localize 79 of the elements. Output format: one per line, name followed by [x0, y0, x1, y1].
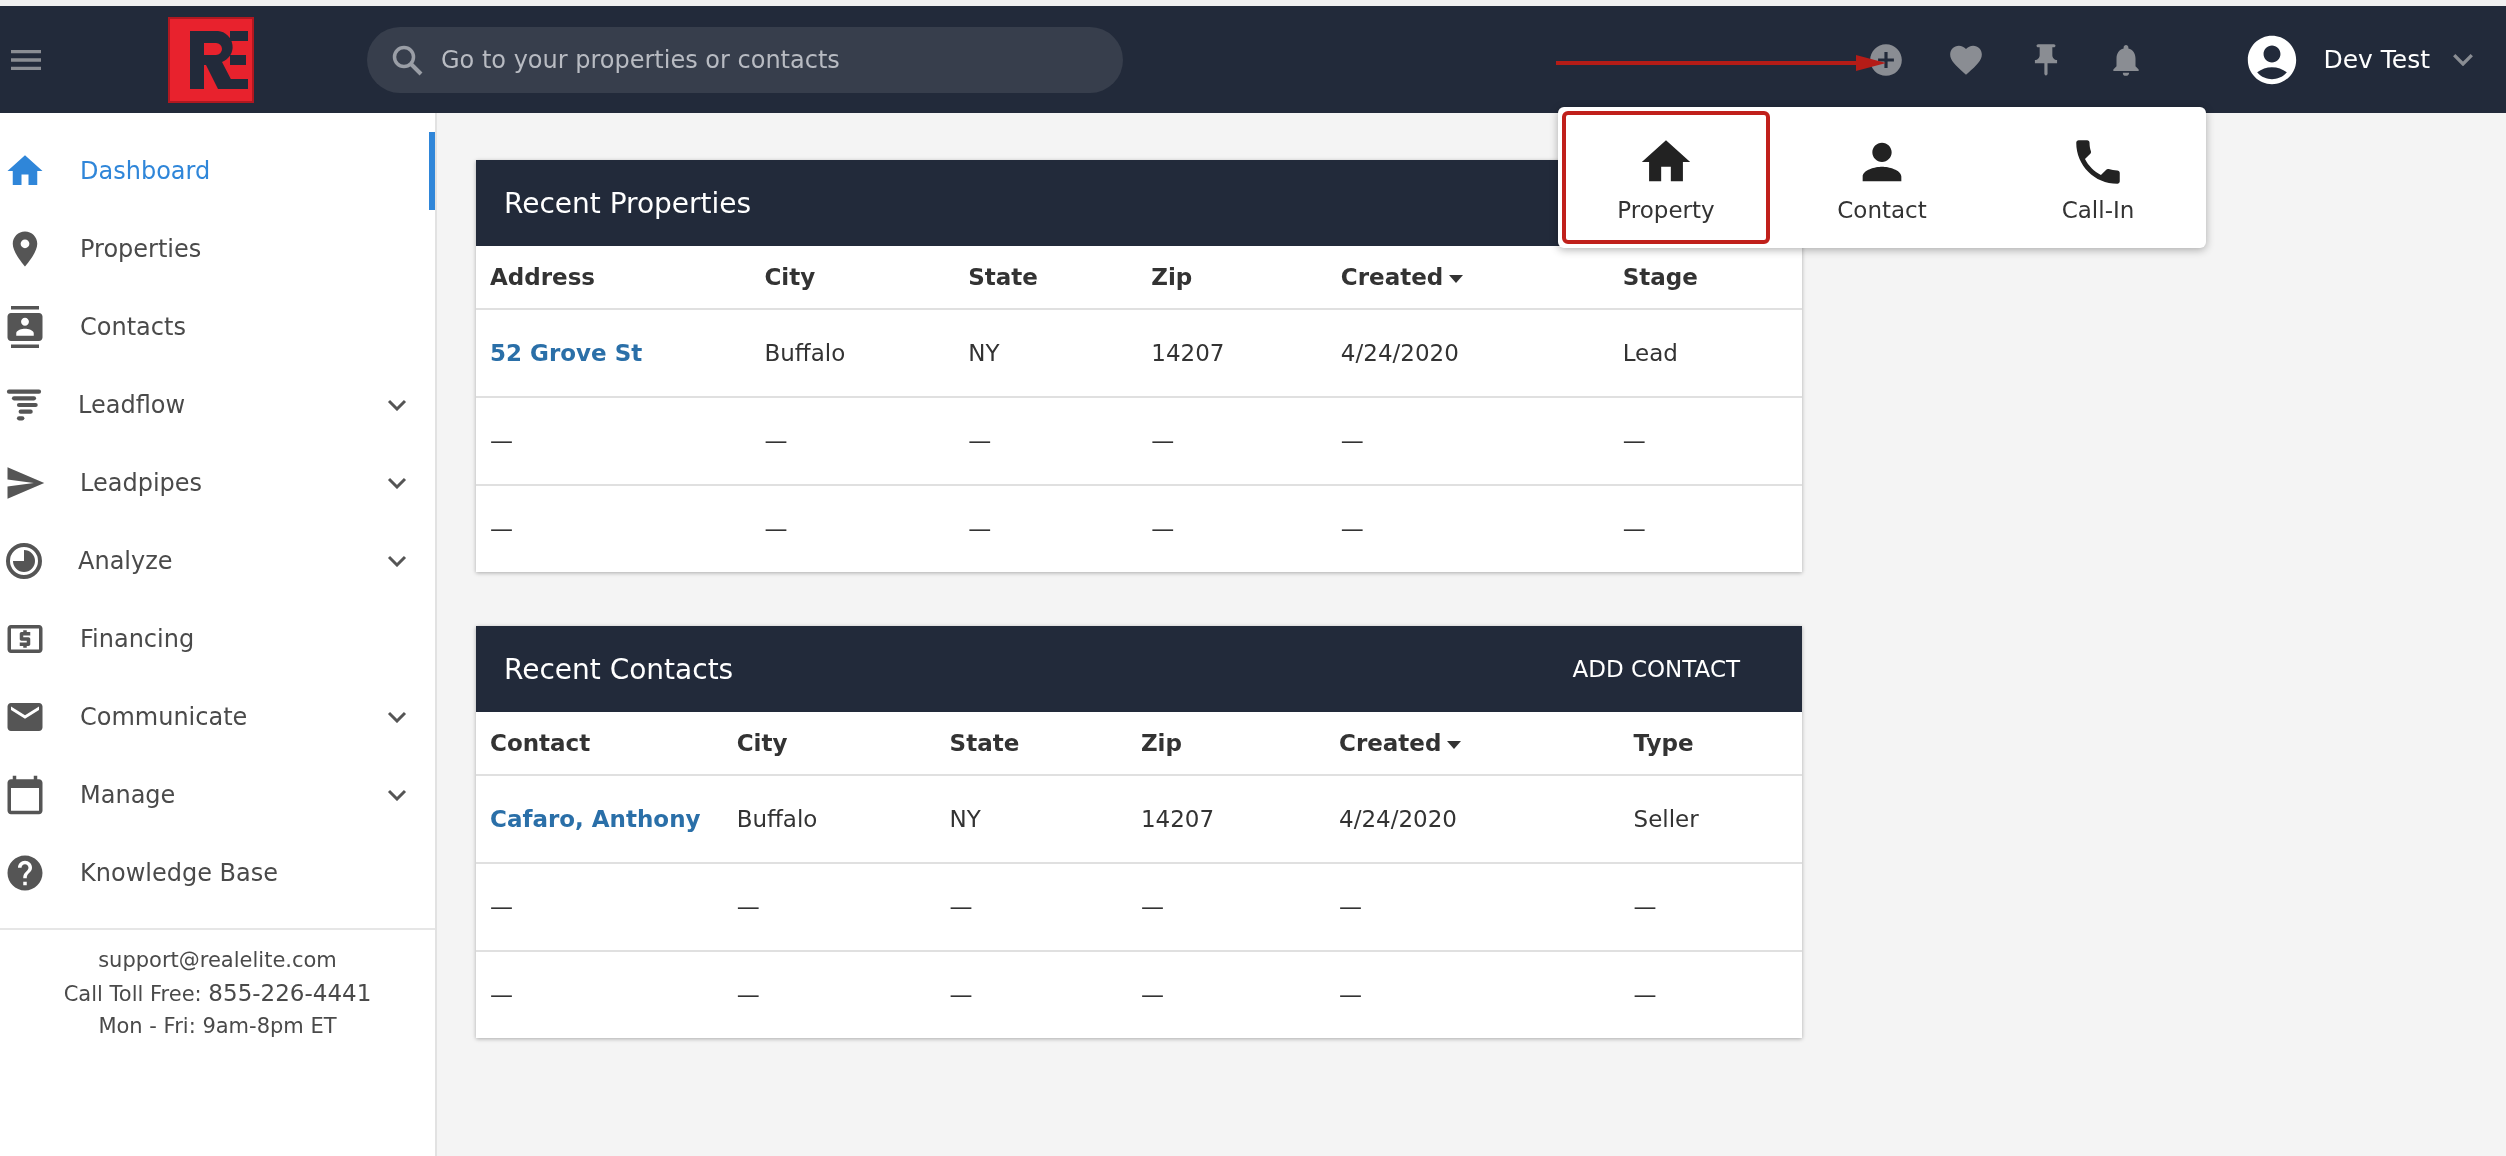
table-cell: 4/24/2020 — [1340, 340, 1459, 366]
table-cell: NY — [968, 340, 1000, 366]
table-cell: — — [736, 894, 760, 920]
table-cell: — — [1140, 982, 1164, 1008]
table-cell: — — [736, 982, 760, 1008]
menu-item[interactable]: Property — [1558, 107, 1774, 248]
user-menu[interactable]: Dev Test — [2237, 29, 2480, 90]
table-cell: — — [1151, 516, 1175, 542]
table-cell: — — [490, 428, 513, 454]
column-header[interactable]: State — [954, 246, 1138, 309]
logo-icon — [168, 16, 254, 103]
chevron-down-icon — [387, 554, 407, 568]
table-cell: — — [949, 982, 973, 1008]
search-field[interactable]: Go to your properties or contacts — [367, 26, 1123, 93]
search-icon — [391, 43, 423, 76]
sidebar-item[interactable]: Leadpipes — [0, 444, 435, 522]
table-cell: — — [968, 516, 992, 542]
phone-label: Call Toll Free: 855-226-4441 — [63, 980, 372, 1006]
column-header[interactable]: City — [722, 712, 936, 775]
column-header[interactable]: Contact — [476, 712, 723, 775]
table-cell: — — [1151, 428, 1175, 454]
card-title: Recent Properties — [504, 186, 752, 220]
table-cell: — — [1339, 982, 1363, 1008]
table-cell: — — [1633, 894, 1657, 920]
table-cell: Buffalo — [764, 340, 846, 366]
table-cell: — — [949, 894, 973, 920]
sidebar-item[interactable]: Knowledge Base — [0, 834, 435, 912]
add-contact-button[interactable]: ADD CONTACT — [1566, 655, 1746, 683]
sidebar-item[interactable]: Properties — [0, 210, 435, 288]
table-cell: — — [1633, 982, 1657, 1008]
table-cell: NY — [949, 806, 981, 832]
pie-chart-icon — [4, 541, 44, 581]
sidebar-item[interactable]: Financing — [0, 600, 435, 678]
table-cell: Lead — [1622, 340, 1678, 366]
sort-icon — [1447, 740, 1462, 749]
table-cell: — — [490, 894, 513, 920]
table-cell: — — [1622, 428, 1646, 454]
chevron-down-icon — [387, 398, 407, 412]
table-cell: — — [1622, 516, 1646, 542]
sidebar-item[interactable]: Leadflow — [0, 366, 435, 444]
chevron-down-icon — [387, 788, 407, 802]
column-header[interactable]: Zip — [1137, 246, 1327, 309]
sidebar-item[interactable]: Contacts — [0, 288, 435, 366]
column-header[interactable]: Zip — [1126, 712, 1326, 775]
table-cell: — — [1340, 428, 1364, 454]
table-cell: — — [764, 516, 788, 542]
chevron-down-icon — [2452, 52, 2474, 67]
menu-item[interactable]: Call-In — [1990, 107, 2206, 248]
chevron-down-icon — [387, 476, 407, 490]
column-header[interactable]: Address — [476, 246, 751, 309]
table-cell: — — [1140, 894, 1164, 920]
table-cell: 14207 — [1151, 340, 1225, 366]
table-cell: — — [1340, 516, 1364, 542]
column-header[interactable]: City — [750, 246, 955, 309]
table-cell: — — [968, 428, 992, 454]
sidebar-item[interactable]: Communicate — [0, 678, 435, 756]
sidebar-item[interactable]: Dashboard — [0, 132, 435, 210]
column-header[interactable]: Created — [1325, 712, 1620, 775]
record-link[interactable]: 52 Grove St — [490, 340, 643, 366]
sort-icon — [1449, 274, 1464, 283]
contacts-icon — [4, 306, 46, 348]
table-cell: — — [1339, 894, 1363, 920]
table-cell: Buffalo — [736, 806, 818, 832]
chevron-down-icon — [387, 710, 407, 724]
card-title: Recent Contacts — [504, 652, 734, 686]
menu-item[interactable]: Contact — [1774, 107, 1990, 248]
table-cell: Seller — [1633, 806, 1699, 832]
sidebar-item[interactable]: Manage — [0, 756, 435, 834]
column-header[interactable]: State — [935, 712, 1127, 775]
record-link[interactable]: Cafaro, Anthony — [490, 806, 701, 832]
column-header[interactable]: Type — [1619, 712, 1802, 775]
table-cell: — — [490, 982, 513, 1008]
sidebar-item[interactable]: Analyze — [0, 522, 435, 600]
table-cell: — — [764, 428, 788, 454]
support-email: support@realelite.com — [98, 948, 337, 972]
table-cell: 14207 — [1140, 806, 1215, 832]
table-cell: 4/24/2020 — [1339, 806, 1457, 832]
table-cell: — — [490, 516, 513, 542]
hours-text: Mon - Fri: 9am-8pm ET — [98, 1014, 337, 1038]
